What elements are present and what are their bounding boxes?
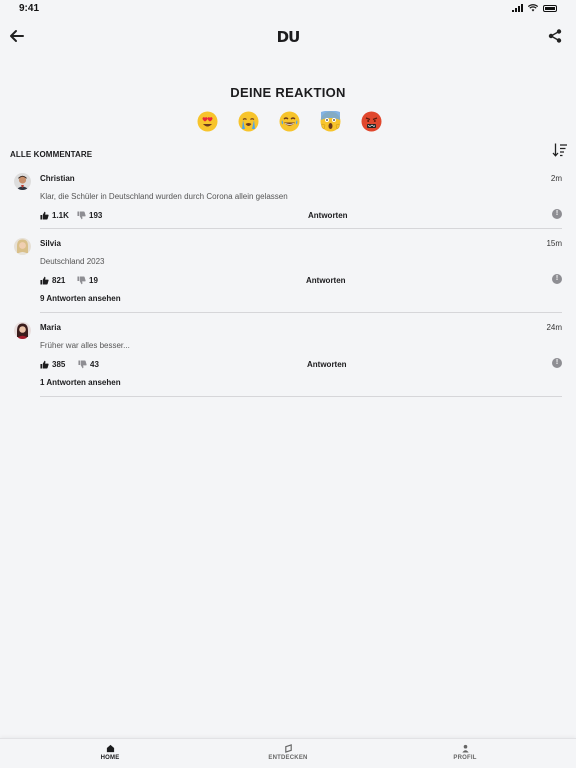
angry-emoji[interactable]	[361, 111, 382, 132]
report-icon[interactable]: !	[552, 358, 562, 368]
like-button[interactable]: 385	[40, 360, 65, 369]
status-bar: 9:41	[0, 0, 576, 16]
view-replies-link[interactable]: 1 Antworten ansehen	[40, 378, 121, 387]
thumbs-up-icon	[40, 211, 49, 220]
dislike-button[interactable]: 43	[78, 360, 99, 369]
avatar[interactable]	[14, 173, 31, 190]
comments-header: ALLE KOMMENTARE	[10, 142, 568, 159]
thumbs-up-icon	[40, 360, 49, 369]
tab-discover[interactable]: ENTDECKEN	[248, 744, 328, 761]
report-icon[interactable]: !	[552, 209, 562, 219]
crying-emoji[interactable]	[238, 111, 259, 132]
like-button[interactable]: 821	[40, 276, 65, 285]
reply-button[interactable]: Antworten	[308, 211, 348, 220]
heart-eyes-emoji[interactable]	[197, 111, 218, 132]
tab-profile[interactable]: PROFIL	[425, 744, 505, 761]
dislike-count: 193	[89, 211, 103, 220]
thumbs-down-icon	[77, 276, 86, 285]
comment-actions: 385 43 Antworten !	[40, 358, 562, 372]
comment-item: Christian 2m Klar, die Schüler in Deutsc…	[14, 173, 562, 229]
tab-home-label: HOME	[100, 755, 120, 761]
comment-text: Klar, die Schüler in Deutschland wurden …	[40, 192, 288, 201]
comment-actions: 1.1K 193 Antworten !	[40, 209, 562, 223]
comment-text: Früher war alles besser...	[40, 341, 130, 350]
sort-icon[interactable]	[552, 142, 568, 158]
comment-item: Maria 24m Früher war alles besser... 385…	[14, 322, 562, 397]
comment-actions: 821 19 Antworten !	[40, 274, 562, 288]
dislike-count: 19	[89, 276, 98, 285]
discover-icon	[284, 744, 292, 753]
avatar[interactable]	[14, 322, 31, 339]
back-arrow-icon[interactable]	[7, 26, 27, 46]
laughing-emoji[interactable]	[279, 111, 300, 132]
app-logo[interactable]: DU	[277, 28, 301, 46]
reply-button[interactable]: Antworten	[307, 360, 347, 369]
comment-author[interactable]: Silvia	[40, 239, 61, 248]
comment-item: Silvia 15m Deutschland 2023 821 19 Antwo…	[14, 238, 562, 313]
comment-author[interactable]: Maria	[40, 323, 61, 332]
comment-timestamp: 15m	[546, 239, 562, 248]
thumbs-down-icon	[77, 211, 86, 220]
avatar[interactable]	[14, 238, 31, 255]
comment-timestamp: 2m	[550, 174, 562, 183]
home-icon	[106, 744, 114, 753]
tab-profile-label: PROFIL	[453, 755, 477, 761]
status-icons	[512, 4, 557, 12]
divider	[40, 396, 562, 397]
like-count: 385	[52, 360, 66, 369]
thumbs-down-icon	[78, 360, 87, 369]
like-button[interactable]: 1.1K	[40, 211, 69, 220]
reaction-title: DEINE REAKTION	[230, 85, 346, 100]
dislike-button[interactable]: 19	[77, 276, 98, 285]
dislike-count: 43	[90, 360, 99, 369]
cellular-signal-icon	[512, 4, 523, 12]
view-replies-link[interactable]: 9 Antworten ansehen	[40, 294, 121, 303]
dislike-button[interactable]: 193	[77, 211, 102, 220]
comment-text: Deutschland 2023	[40, 257, 105, 266]
battery-icon	[543, 4, 557, 12]
like-count: 1.1K	[52, 211, 69, 220]
reaction-picker	[197, 111, 382, 132]
screaming-emoji[interactable]	[320, 111, 341, 132]
tab-discover-label: ENTDECKEN	[268, 755, 308, 761]
share-icon[interactable]	[547, 28, 563, 44]
divider	[40, 312, 562, 313]
tab-bar: HOME ENTDECKEN PROFIL	[0, 738, 576, 768]
like-count: 821	[52, 276, 66, 285]
profile-icon	[461, 744, 469, 753]
comment-timestamp: 24m	[546, 323, 562, 332]
comment-author[interactable]: Christian	[40, 174, 75, 183]
tab-home[interactable]: HOME	[70, 744, 150, 761]
report-icon[interactable]: !	[552, 274, 562, 284]
status-time: 9:41	[19, 3, 40, 14]
nav-bar: DU	[0, 22, 576, 52]
reply-button[interactable]: Antworten	[306, 276, 346, 285]
comments-section-title: ALLE KOMMENTARE	[10, 150, 93, 159]
thumbs-up-icon	[40, 276, 49, 285]
divider	[40, 228, 562, 229]
wifi-icon	[528, 4, 538, 12]
